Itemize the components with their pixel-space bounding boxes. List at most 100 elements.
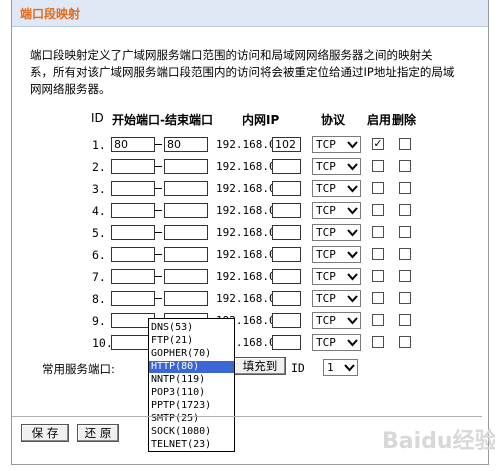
enable-checkbox[interactable]: ✓ — [372, 138, 384, 150]
end-port-input[interactable] — [164, 203, 208, 218]
header-enable: 启用 — [367, 113, 392, 127]
start-port-input[interactable] — [111, 203, 155, 218]
header-internal-ip: 内网IP — [242, 113, 280, 127]
end-port-input[interactable] — [164, 181, 208, 196]
protocol-select[interactable]: TCP — [312, 202, 361, 219]
end-port-input[interactable] — [164, 247, 208, 262]
delete-checkbox[interactable] — [399, 248, 411, 260]
start-port-input[interactable]: 80 — [111, 137, 155, 152]
range-dash — [155, 188, 162, 189]
enable-checkbox[interactable] — [372, 160, 384, 172]
header-port-range: 开始端口-结束端口 — [112, 113, 213, 127]
chevron-down-icon — [347, 207, 358, 215]
start-port-input[interactable] — [111, 159, 155, 174]
delete-checkbox[interactable] — [399, 270, 411, 282]
chevron-down-icon — [347, 295, 358, 303]
ip-last-octet-input[interactable] — [272, 313, 301, 328]
row-id: 6. — [92, 248, 106, 262]
delete-checkbox[interactable] — [399, 160, 411, 172]
enable-checkbox[interactable] — [372, 248, 384, 260]
range-dash — [155, 166, 162, 167]
divider — [12, 416, 482, 417]
protocol-select[interactable]: TCP — [312, 246, 361, 263]
enable-checkbox[interactable] — [372, 182, 384, 194]
dropdown-option[interactable]: SOCK(1080) — [149, 426, 234, 438]
chevron-down-icon — [347, 317, 358, 325]
row-id: 1. — [92, 138, 106, 152]
delete-checkbox[interactable] — [399, 226, 411, 238]
baidu-watermark-logo: Baidu经验 — [380, 418, 497, 463]
protocol-value: TCP — [316, 138, 336, 151]
ip-last-octet-input[interactable] — [272, 181, 301, 196]
row-id: 4. — [92, 204, 106, 218]
enable-checkbox[interactable] — [372, 314, 384, 326]
start-port-input[interactable] — [111, 181, 155, 196]
dropdown-option[interactable]: SMTP(25) — [149, 413, 234, 425]
delete-checkbox[interactable] — [399, 336, 411, 348]
common-services-dropdown[interactable]: DNS(53) FTP(21) GOPHER(70) HTTP(80) NNTP(119… — [148, 318, 235, 452]
protocol-select[interactable]: TCP — [312, 312, 361, 329]
chevron-down-icon — [347, 185, 358, 193]
protocol-select[interactable]: TCP — [312, 268, 361, 285]
ip-last-octet-input[interactable] — [272, 335, 301, 350]
range-dash — [155, 254, 162, 255]
end-port-input[interactable]: 80 — [164, 137, 208, 152]
dropdown-option[interactable]: FTP(21) — [149, 335, 234, 347]
end-port-input[interactable] — [164, 225, 208, 240]
end-port-input[interactable] — [164, 291, 208, 306]
chevron-down-icon — [347, 251, 358, 259]
delete-checkbox[interactable] — [399, 138, 411, 150]
enable-checkbox[interactable] — [372, 292, 384, 304]
delete-checkbox[interactable] — [399, 204, 411, 216]
protocol-select[interactable]: TCP — [312, 290, 361, 307]
protocol-value: TCP — [316, 292, 336, 305]
ip-last-octet-input[interactable] — [272, 203, 301, 218]
start-port-input[interactable] — [111, 291, 155, 306]
dropdown-option[interactable]: POP3(110) — [149, 387, 234, 399]
enable-checkbox[interactable] — [372, 204, 384, 216]
end-port-input[interactable] — [164, 159, 208, 174]
fill-id-value: 1 — [327, 361, 334, 374]
enable-checkbox[interactable] — [372, 226, 384, 238]
delete-checkbox[interactable] — [399, 314, 411, 326]
ip-last-octet-input[interactable] — [272, 225, 301, 240]
delete-checkbox[interactable] — [399, 182, 411, 194]
protocol-select[interactable]: TCP — [312, 224, 361, 241]
dropdown-option[interactable]: NNTP(119) — [149, 374, 234, 386]
ip-last-octet-input[interactable] — [272, 247, 301, 262]
protocol-select[interactable]: TCP — [312, 158, 361, 175]
protocol-select[interactable]: TCP — [312, 334, 361, 351]
ip-last-octet-input[interactable] — [272, 159, 301, 174]
enable-checkbox[interactable] — [372, 270, 384, 282]
dropdown-option[interactable]: TELNET(23) — [149, 439, 234, 451]
panel-title: 端口段映射 — [20, 7, 81, 21]
ip-last-octet-input[interactable] — [272, 269, 301, 284]
start-port-input[interactable] — [111, 269, 155, 284]
ip-last-octet-input[interactable]: 102 — [272, 137, 301, 152]
end-port-input[interactable] — [164, 269, 208, 284]
chevron-down-icon — [347, 339, 358, 347]
restore-button[interactable]: 还 原 — [77, 424, 119, 442]
delete-checkbox[interactable] — [399, 292, 411, 304]
enable-checkbox[interactable] — [372, 336, 384, 348]
row-id: 5. — [92, 226, 106, 240]
header-protocol: 协议 — [321, 113, 346, 127]
protocol-select[interactable]: TCP — [312, 180, 361, 197]
fill-id-select[interactable]: 1 — [323, 359, 358, 376]
start-port-input[interactable] — [111, 247, 155, 262]
header-delete: 删除 — [392, 113, 417, 127]
dropdown-option[interactable]: DNS(53) — [149, 322, 234, 334]
ip-last-octet-input[interactable] — [272, 291, 301, 306]
protocol-value: TCP — [316, 336, 336, 349]
fill-to-button[interactable]: 填充到 — [234, 357, 286, 375]
description-text: 端口段映射定义了广域网服务端口范围的访问和局域网网络服务器之间的映射关系，所有对… — [30, 48, 455, 96]
protocol-value: TCP — [316, 314, 336, 327]
protocol-select[interactable]: TCP — [312, 136, 361, 153]
dropdown-option[interactable]: HTTP(80) — [149, 361, 234, 373]
save-button[interactable]: 保 存 — [21, 424, 69, 442]
dropdown-option[interactable]: PPTP(1723) — [149, 400, 234, 412]
row-id: 7. — [92, 270, 106, 284]
dropdown-option[interactable]: GOPHER(70) — [149, 348, 234, 360]
header-id: ID — [91, 111, 104, 125]
start-port-input[interactable] — [111, 225, 155, 240]
